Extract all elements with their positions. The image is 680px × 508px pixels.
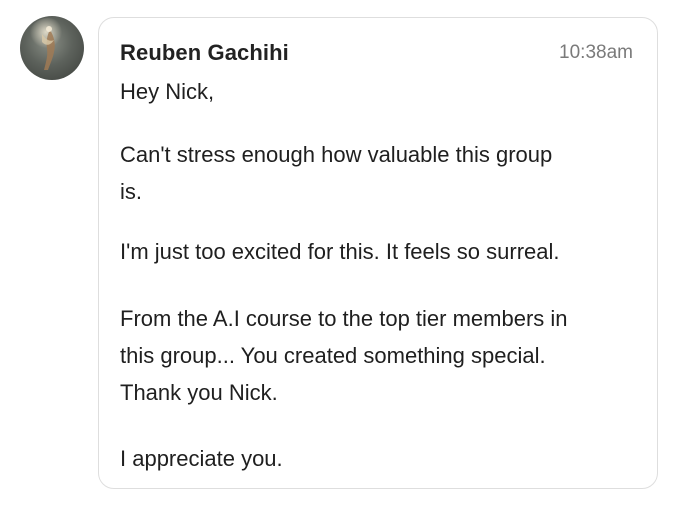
message-line: I'm just too excited for this. It feels … [120,239,560,264]
sender-name[interactable]: Reuben Gachihi [120,40,289,66]
message-line: is. [120,179,142,204]
sender-avatar[interactable] [20,16,84,80]
message-line: I appreciate you. [120,446,283,471]
message-line: Hey Nick, [120,79,215,104]
message-line: Thank you Nick. [120,380,278,405]
message-line: From the A.I course to the top tier memb… [120,306,568,331]
message-line: this group... You created something spec… [120,343,546,368]
avatar-image-icon [28,18,68,70]
message-bubble: Reuben Gachihi 10:38am Hey Nick, Can't s… [98,17,658,489]
message-line: Can't stress enough how valuable this gr… [120,142,553,167]
message-timestamp: 10:38am [559,42,633,63]
